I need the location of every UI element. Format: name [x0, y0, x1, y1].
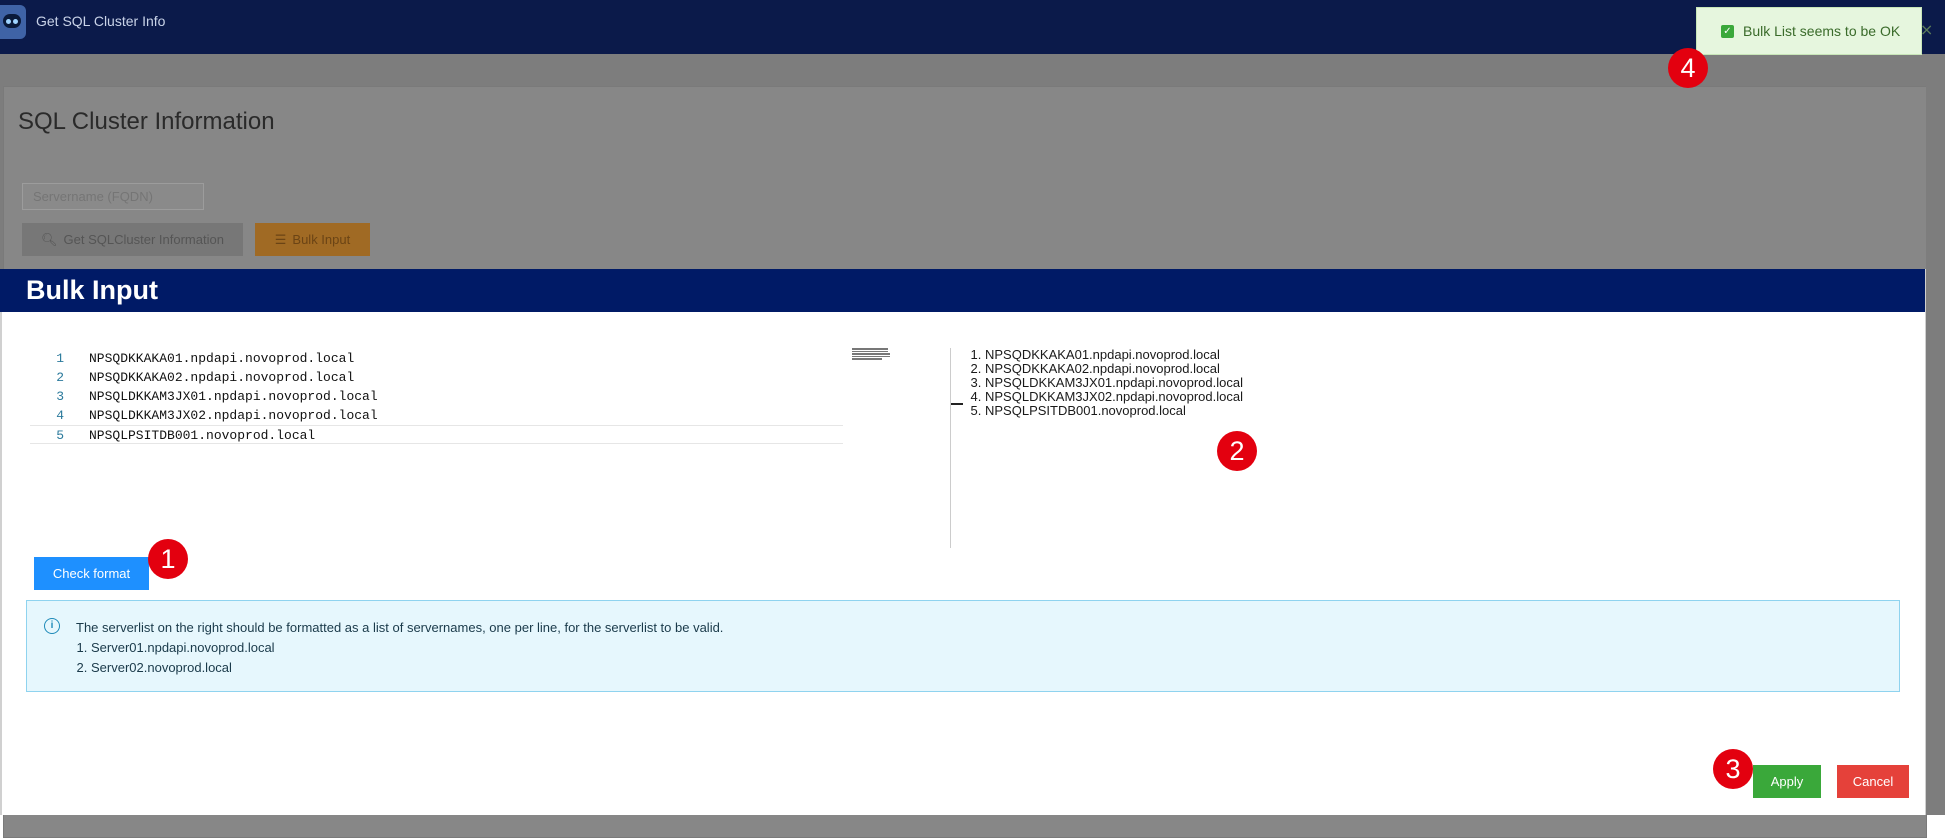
line-number: 5	[56, 428, 64, 443]
info-icon: i	[44, 618, 60, 634]
servername-input[interactable]	[22, 183, 204, 210]
app-title: Get SQL Cluster Info	[36, 13, 166, 29]
line-number: 4	[56, 408, 64, 423]
annotation-marker-4: 4	[1668, 48, 1708, 88]
apply-button[interactable]: Apply	[1753, 765, 1821, 798]
list-item: NPSQLDKKAM3JX01.npdapi.novoprod.local	[985, 376, 1243, 390]
get-sqlcluster-button[interactable]: 🔍︎ Get SQLCluster Information	[22, 223, 243, 256]
search-icon: 🔍︎	[41, 231, 58, 247]
list-item: Server02.novoprod.local	[91, 658, 723, 678]
editor-line[interactable]: 1 NPSQDKKAKA01.npdapi.novoprod.local	[30, 349, 845, 368]
line-number: 2	[56, 370, 64, 385]
editor-line[interactable]: 3 NPSQLDKKAM3JX01.npdapi.novoprod.local	[30, 387, 845, 406]
annotation-marker-1: 1	[148, 539, 188, 579]
line-number: 1	[56, 351, 64, 366]
backdrop-right	[1926, 54, 1945, 815]
editor-minimap[interactable]	[852, 348, 890, 360]
line-text: NPSQDKKAKA02.npdapi.novoprod.local	[89, 370, 355, 385]
example-list: Server01.npdapi.novoprod.local Server02.…	[76, 638, 723, 678]
info-text-block: The serverlist on the right should be fo…	[76, 618, 723, 678]
info-alert: i The serverlist on the right should be …	[26, 600, 1900, 692]
get-sqlcluster-label: Get SQLCluster Information	[63, 232, 224, 247]
app-header: Get SQL Cluster Info	[0, 0, 1945, 54]
line-text: NPSQDKKAKA01.npdapi.novoprod.local	[89, 351, 355, 366]
bulk-input-label: Bulk Input	[292, 232, 351, 247]
info-message: The serverlist on the right should be fo…	[76, 620, 724, 635]
annotation-marker-2: 2	[1217, 431, 1257, 471]
server-preview-list: NPSQDKKAKA01.npdapi.novoprod.local NPSQD…	[969, 348, 1243, 418]
line-text: NPSQLDKKAM3JX02.npdapi.novoprod.local	[89, 408, 378, 423]
annotation-marker-3: 3	[1713, 749, 1753, 789]
editor-line[interactable]: 2 NPSQDKKAKA02.npdapi.novoprod.local	[30, 368, 845, 387]
robot-logo-icon	[0, 5, 26, 39]
close-icon[interactable]: ×	[1920, 20, 1933, 39]
modal-left-edge	[0, 312, 2, 815]
modal-right-edge	[1925, 269, 1926, 815]
toast-message: Bulk List seems to be OK	[1743, 23, 1901, 39]
list-item: NPSQDKKAKA02.npdapi.novoprod.local	[985, 362, 1243, 376]
list-icon: ☰	[274, 231, 287, 247]
list-item: NPSQLDKKAM3JX02.npdapi.novoprod.local	[985, 390, 1243, 404]
list-item: NPSQLPSITDB001.novoprod.local	[985, 404, 1243, 418]
check-icon: ✓	[1721, 25, 1734, 38]
bulk-input-button[interactable]: ☰ Bulk Input	[255, 223, 370, 256]
cancel-button[interactable]: Cancel	[1837, 765, 1909, 798]
line-text: NPSQLDKKAM3JX01.npdapi.novoprod.local	[89, 389, 378, 404]
list-item: Server01.npdapi.novoprod.local	[91, 638, 723, 658]
line-text: NPSQLPSITDB001.novoprod.local	[89, 428, 316, 443]
page-title: SQL Cluster Information	[18, 108, 275, 135]
modal-header: Bulk Input	[0, 269, 1926, 312]
modal-title: Bulk Input	[26, 275, 158, 305]
line-number: 3	[56, 389, 64, 404]
check-format-button[interactable]: Check format	[34, 557, 149, 590]
success-toast: ✓ Bulk List seems to be OK	[1696, 7, 1922, 55]
list-item: NPSQDKKAKA01.npdapi.novoprod.local	[985, 348, 1243, 362]
editor-line[interactable]: 4 NPSQLDKKAM3JX02.npdapi.novoprod.local	[30, 406, 845, 425]
editor-line-current[interactable]: 5 NPSQLPSITDB001.novoprod.local	[30, 425, 843, 444]
bulk-editor[interactable]: 1 NPSQDKKAKA01.npdapi.novoprod.local 2 N…	[30, 349, 845, 549]
divider-handle[interactable]	[951, 403, 963, 405]
pane-divider[interactable]	[950, 348, 951, 548]
